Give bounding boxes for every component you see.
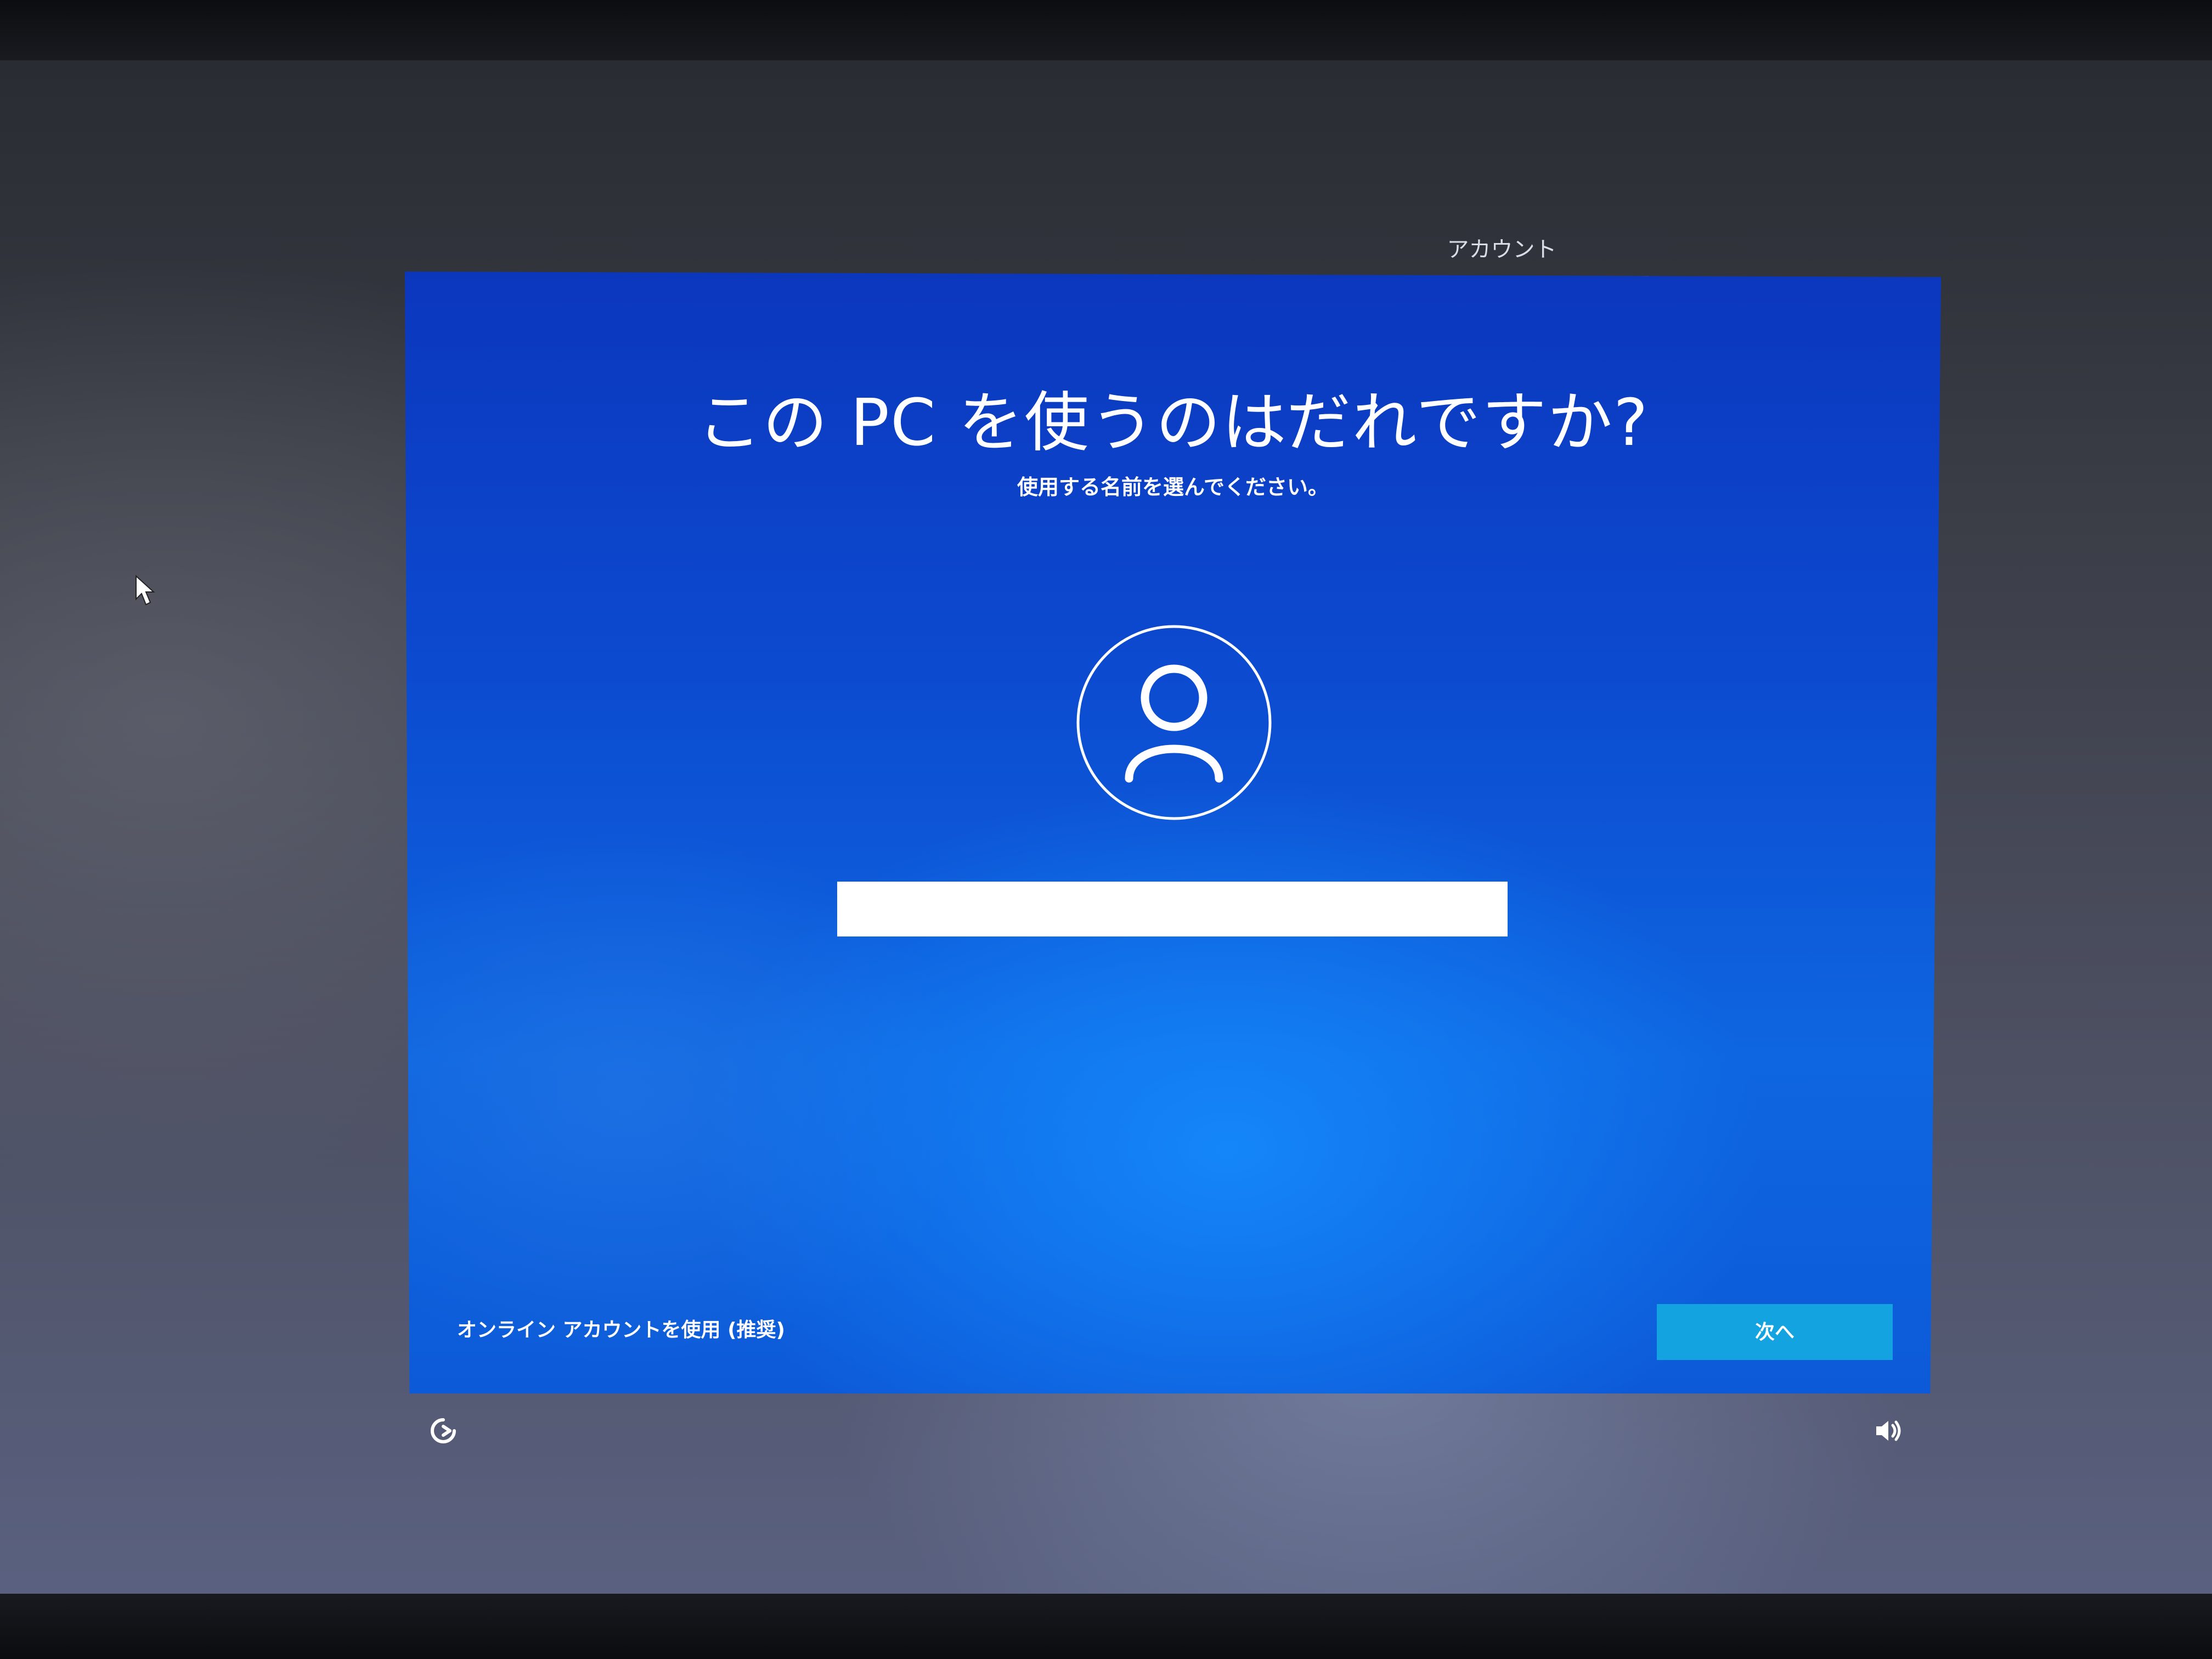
user-name-input[interactable] [837,882,1508,936]
user-avatar-icon [1075,624,1273,821]
monitor-bezel-bottom [0,1594,2212,1659]
page-title: この PC を使うのはだれですか? [697,385,1649,460]
online-account-link[interactable]: オンライン アカウントを使用 (推奨) [457,1317,785,1344]
page-subtitle: 使用する名前を選んでください。 [1017,475,1329,499]
mouse-pointer-icon [135,575,157,608]
photo-frame: アカウント この PC を使うのはだれですか? 使用する名前を選んでください。 … [0,0,2212,1659]
ease-of-access-icon[interactable] [427,1414,460,1447]
monitor-bezel-top [0,0,2212,66]
tab-account-label: アカウント [1447,237,1557,262]
volume-icon[interactable] [1871,1414,1904,1447]
next-button[interactable]: 次へ [1657,1304,1893,1360]
oobe-panel: この PC を使うのはだれですか? 使用する名前を選んでください。 オンライン … [405,272,1941,1393]
